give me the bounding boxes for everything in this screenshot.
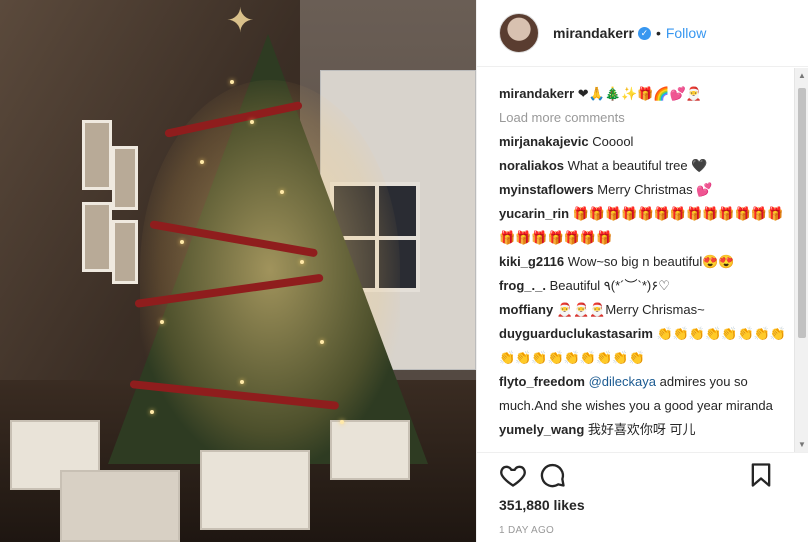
comment-text: Merry Christmas 💕	[597, 182, 713, 197]
comment-item: kiki_g2116 Wow~so big n beautiful😍😍	[499, 250, 787, 274]
comments-scrollbar[interactable]: ▲ ▼	[794, 68, 808, 452]
star-icon: ✦	[226, 2, 255, 40]
comment-text: 🎅🎅🎅Merry Chrismas~	[556, 302, 705, 317]
comment-username[interactable]: moffiany	[499, 302, 553, 317]
comment-username[interactable]: mirjanakajevic	[499, 134, 589, 149]
action-icons	[499, 457, 808, 493]
avatar[interactable]	[499, 13, 539, 53]
likes-count[interactable]: 351,880 likes	[499, 497, 808, 513]
light	[160, 320, 164, 324]
comment-item: myinstaflowers Merry Christmas 💕	[499, 178, 787, 202]
caption-username[interactable]: mirandakerr	[499, 86, 574, 101]
light	[300, 260, 304, 264]
gift-box	[330, 420, 410, 480]
tree-lights-glow	[140, 80, 400, 460]
comment-text: Beautiful ٩(*´︶`*)۶♡	[549, 278, 670, 293]
comment-item: moffiany 🎅🎅🎅Merry Chrismas~	[499, 298, 787, 322]
post-image[interactable]: ✦	[0, 0, 476, 542]
caption: mirandakerr ❤🙏🎄✨🎁🌈💕🎅	[499, 82, 787, 106]
comment-username[interactable]: flyto_freedom	[499, 374, 585, 389]
post-sidebar: mirandakerr ✓ • Follow mirandakerr ❤🙏🎄✨🎁…	[476, 0, 808, 542]
author-username[interactable]: mirandakerr	[553, 25, 634, 41]
light	[240, 380, 244, 384]
comment-username[interactable]: duyguarduclukastasarim	[499, 326, 653, 341]
load-more-comments-button[interactable]: Load more comments	[499, 106, 787, 130]
comment-text: Cooool	[592, 134, 634, 149]
comment-item: noraliakos What a beautiful tree 🖤	[499, 154, 787, 178]
comment-item: yumely_wang 我好喜欢你呀 可儿	[499, 418, 787, 442]
caption-text: ❤🙏🎄✨🎁🌈💕🎅	[577, 86, 702, 101]
gift-box	[200, 450, 310, 530]
post-actions: 351,880 likes 1 DAY AGO	[477, 452, 808, 542]
comment-item: mirjanakajevic Cooool	[499, 130, 787, 154]
light	[340, 420, 344, 424]
comment-username[interactable]: yumely_wang	[499, 422, 584, 437]
heart-icon[interactable]	[499, 461, 527, 489]
light	[320, 340, 324, 344]
post-header: mirandakerr ✓ • Follow	[477, 0, 808, 67]
light	[230, 80, 234, 84]
light	[180, 240, 184, 244]
comment-username[interactable]: yucarin_rin	[499, 206, 569, 221]
scrollbar-thumb[interactable]	[798, 88, 806, 338]
comment-item: yucarin_rin 🎁🎁🎁🎁🎁🎁🎁🎁🎁🎁🎁🎁🎁🎁🎁🎁🎁🎁🎁🎁	[499, 202, 787, 250]
comment-username[interactable]: frog_._.	[499, 278, 546, 293]
gift-box	[60, 470, 180, 542]
comment-mention-link[interactable]: @dileckaya	[589, 374, 656, 389]
separator-dot: •	[655, 25, 661, 41]
verified-badge-icon: ✓	[637, 26, 651, 40]
comment-text: Wow~so big n beautiful😍😍	[567, 254, 735, 269]
comment-text: What a beautiful tree 🖤	[567, 158, 708, 173]
comment-item: frog_._. Beautiful ٩(*´︶`*)۶♡	[499, 274, 787, 298]
light	[150, 410, 154, 414]
scroll-up-icon[interactable]: ▲	[798, 71, 806, 80]
comment-username[interactable]: noraliakos	[499, 158, 564, 173]
comment-username[interactable]: kiki_g2116	[499, 254, 564, 269]
comment-icon[interactable]	[539, 461, 567, 489]
comment-text: 我好喜欢你呀 可儿	[587, 422, 696, 437]
light	[250, 120, 254, 124]
bookmark-icon[interactable]	[747, 461, 775, 489]
comments-list: mirandakerr ❤🙏🎄✨🎁🌈💕🎅 Load more comments …	[477, 68, 795, 452]
follow-button[interactable]: Follow	[666, 25, 706, 41]
light	[200, 160, 204, 164]
comment-item: duyguarduclukastasarim 👏👏👏👏👏👏👏👏👏👏👏👏👏👏👏👏👏	[499, 322, 787, 370]
light	[280, 190, 284, 194]
post-timestamp[interactable]: 1 DAY AGO	[499, 525, 808, 536]
scroll-down-icon[interactable]: ▼	[798, 440, 806, 449]
comment-username[interactable]: myinstaflowers	[499, 182, 594, 197]
comment-item: flyto_freedom @dileckaya admires you so …	[499, 370, 787, 418]
